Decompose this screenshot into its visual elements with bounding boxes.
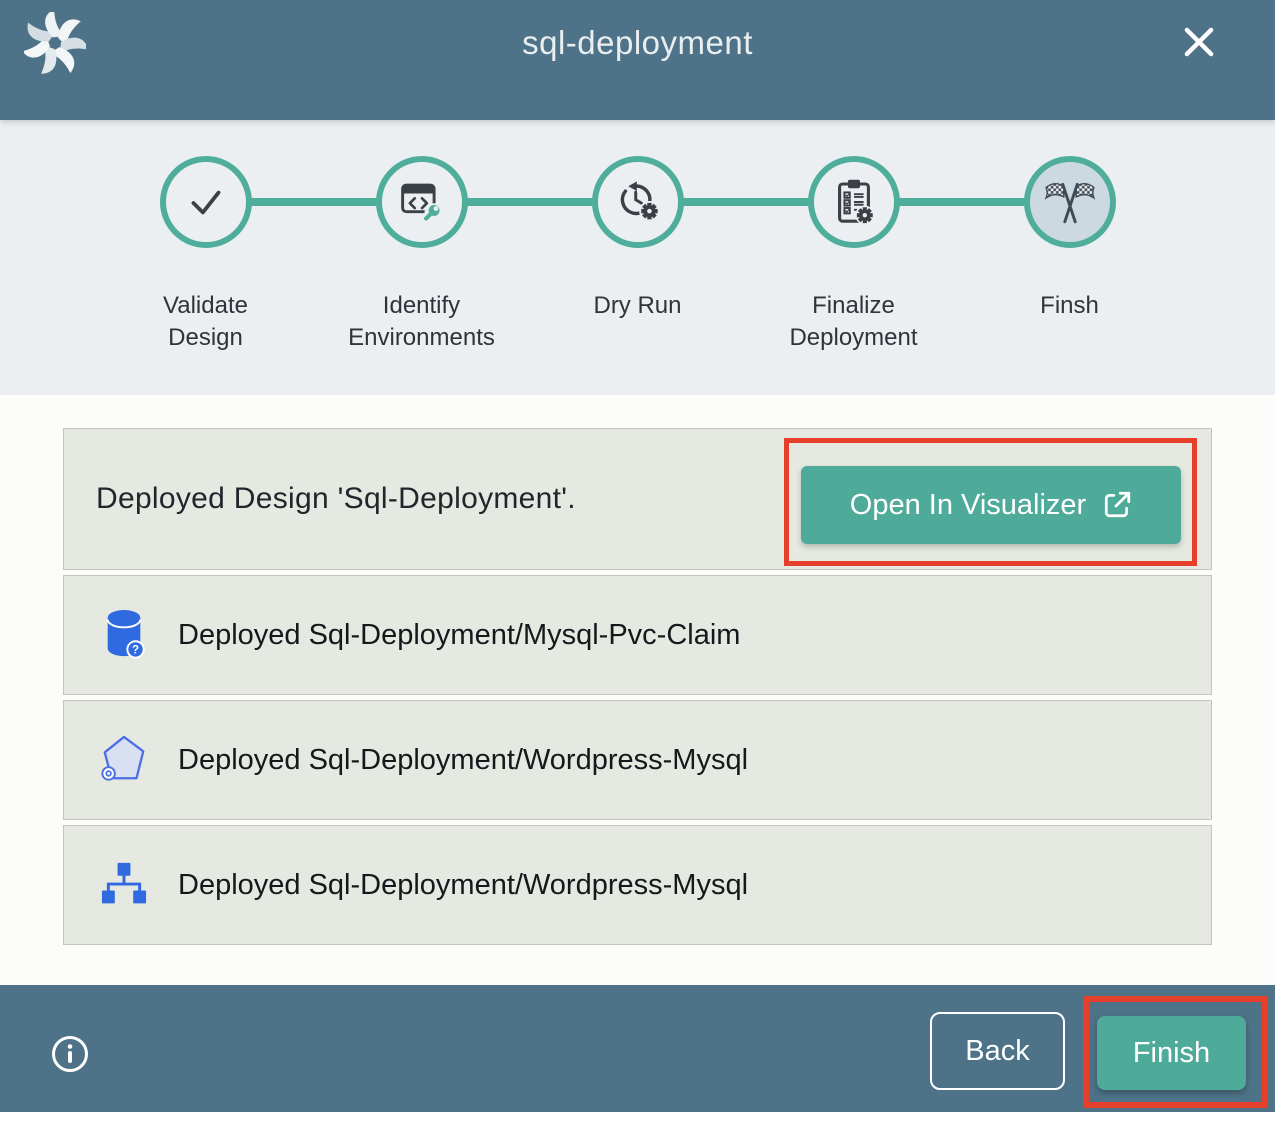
result-row-wordpress-mysql-2: Deployed Sql-Deployment/Wordpress-Mysql <box>63 825 1212 945</box>
database-icon: ? <box>96 606 152 664</box>
summary-row: Deployed Design 'Sql-Deployment'. Open I… <box>63 428 1212 570</box>
deployment-results-panel: Deployed Design 'Sql-Deployment'. Open I… <box>0 395 1275 985</box>
result-row-wordpress-mysql-1: Deployed Sql-Deployment/Wordpress-Mysql <box>63 700 1212 820</box>
step-label: Finsh <box>1040 290 1099 322</box>
result-text: Deployed Sql-Deployment/Wordpress-Mysql <box>178 744 748 777</box>
clipboard-gear-icon <box>832 178 876 226</box>
step-identify-environments: Identify Environments <box>314 156 530 355</box>
result-row-mysql-pvc-claim: ? Deployed Sql-Deployment/Mysql-Pvc-Clai… <box>63 575 1212 695</box>
step-circle-identify-environments[interactable] <box>376 156 468 248</box>
step-label: Validate Design <box>131 290 281 355</box>
svg-text:?: ? <box>132 645 139 657</box>
dialog-header: sql-deployment <box>0 0 1275 120</box>
close-button[interactable] <box>1173 16 1225 68</box>
back-button[interactable]: Back <box>930 1012 1065 1090</box>
step-dry-run: Dry Run <box>530 156 746 355</box>
code-tools-icon <box>399 180 445 224</box>
dialog-footer: Back Finish <box>0 985 1275 1112</box>
info-button[interactable] <box>50 1034 90 1074</box>
step-circle-validate-design[interactable] <box>160 156 252 248</box>
info-icon <box>50 1034 90 1074</box>
step-finish: Finsh <box>962 156 1178 355</box>
results-card: Deployed Design 'Sql-Deployment'. Open I… <box>63 428 1212 950</box>
step-circle-finish[interactable] <box>1024 156 1116 248</box>
wizard-stepper: Validate Design <box>0 120 1275 395</box>
dialog-title: sql-deployment <box>0 24 1275 62</box>
step-validate-design: Validate Design <box>98 156 314 355</box>
step-label: Dry Run <box>593 290 681 322</box>
deployed-design-text: Deployed Design 'Sql-Deployment'. <box>96 482 576 516</box>
step-finalize-deployment: Finalize Deployment <box>746 156 962 355</box>
open-in-visualizer-button[interactable]: Open In Visualizer <box>801 466 1181 544</box>
finish-button[interactable]: Finish <box>1097 1016 1246 1090</box>
step-label: Identify Environments <box>347 290 497 355</box>
check-icon <box>183 179 229 225</box>
step-circle-dry-run[interactable] <box>592 156 684 248</box>
dry-run-sync-gear-icon <box>614 180 662 224</box>
open-in-visualizer-label: Open In Visualizer <box>850 489 1086 522</box>
result-text: Deployed Sql-Deployment/Mysql-Pvc-Claim <box>178 619 740 652</box>
external-link-icon <box>1102 490 1132 520</box>
step-label: Finalize Deployment <box>779 290 929 355</box>
close-icon <box>1177 20 1221 64</box>
checkered-flags-icon <box>1043 178 1097 226</box>
topology-icon <box>96 862 152 908</box>
result-text: Deployed Sql-Deployment/Wordpress-Mysql <box>178 869 748 902</box>
mesh-pentagon-icon <box>96 732 152 788</box>
step-circle-finalize-deployment[interactable] <box>808 156 900 248</box>
